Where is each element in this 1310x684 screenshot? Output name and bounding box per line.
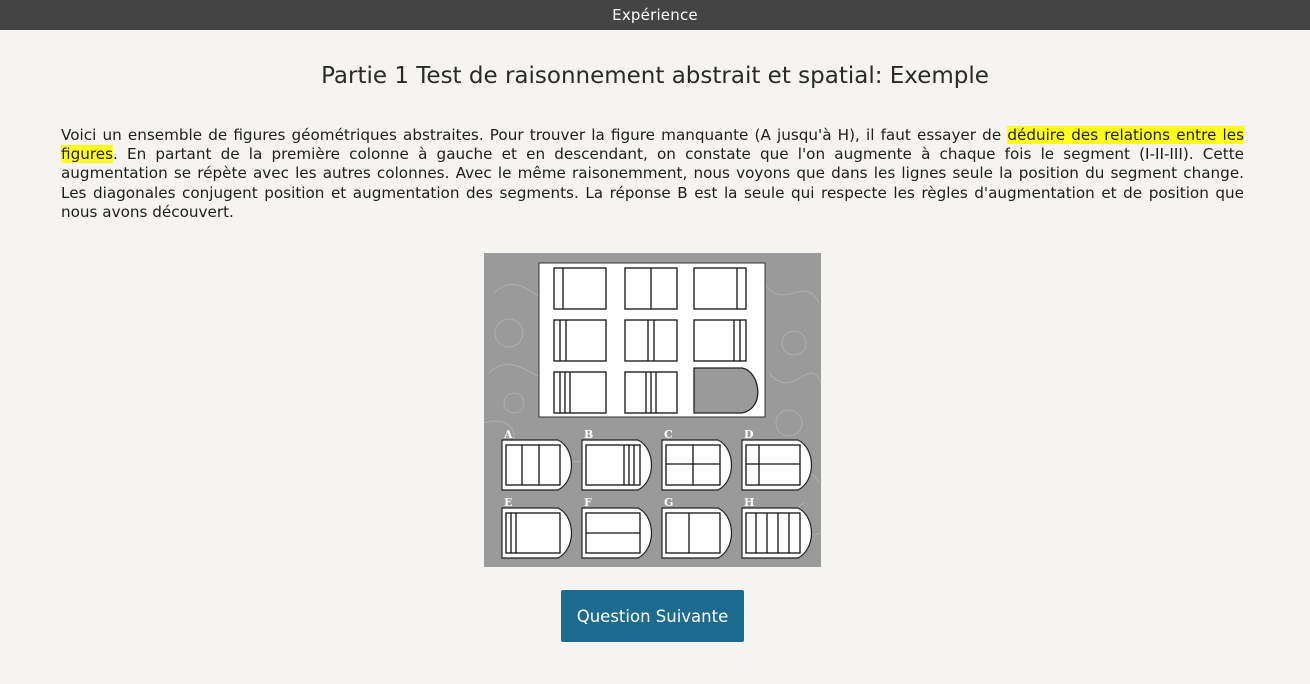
svg-text:A: A (503, 428, 513, 441)
option-d (741, 439, 812, 491)
option-a (501, 439, 572, 491)
option-e (501, 507, 572, 559)
svg-text:G: G (664, 496, 673, 509)
option-b (581, 439, 652, 491)
top-bar: Expérience (0, 0, 1310, 30)
missing-figure-placeholder (693, 367, 759, 414)
option-g (661, 507, 732, 559)
next-question-button[interactable]: Question Suivante (561, 590, 744, 642)
svg-text:E: E (504, 496, 512, 509)
option-h (741, 507, 812, 559)
page-title: Partie 1 Test de raisonnement abstrait e… (321, 63, 989, 89)
svg-text:D: D (744, 428, 754, 441)
svg-text:B: B (584, 428, 593, 441)
app-title: Expérience (612, 6, 698, 24)
instructions-text-start: Voici un ensemble de figures géométrique… (61, 126, 1008, 144)
svg-text:F: F (584, 496, 592, 509)
instructions-text-end: . En partant de la première colonne à ga… (61, 145, 1244, 221)
puzzle-image: A B C D E F G H (484, 253, 821, 567)
option-c (661, 439, 732, 491)
option-f (581, 507, 652, 559)
instructions-paragraph: Voici un ensemble de figures géométrique… (61, 126, 1245, 222)
svg-text:C: C (664, 428, 673, 441)
svg-text:H: H (744, 496, 754, 509)
